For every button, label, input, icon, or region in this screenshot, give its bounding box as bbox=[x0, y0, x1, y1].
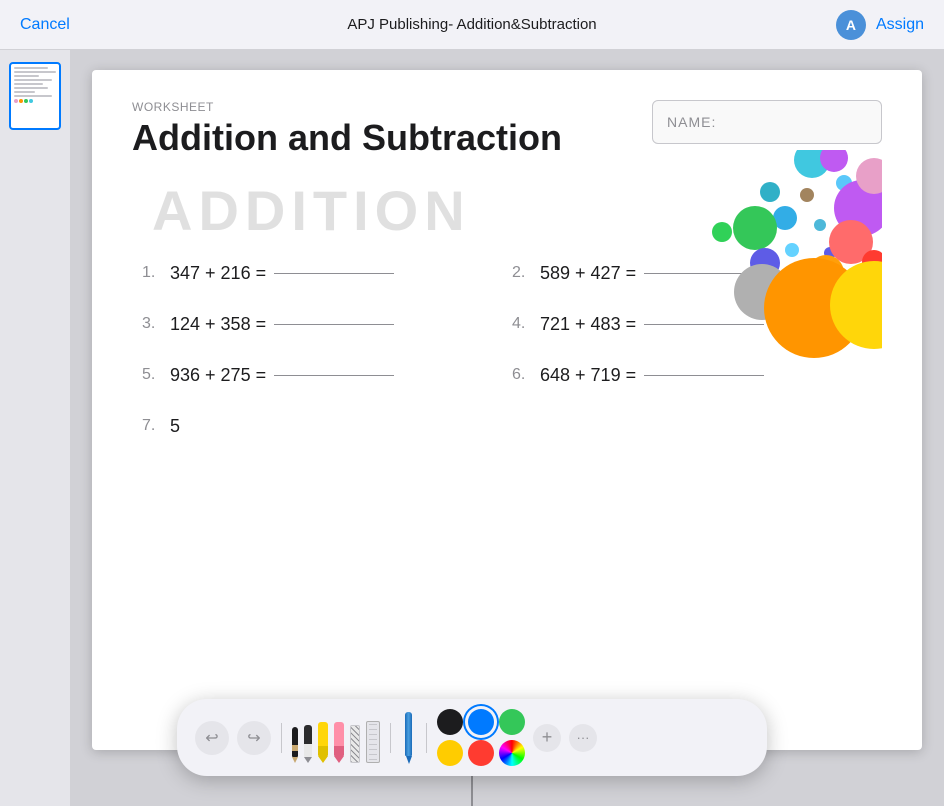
thumb-line bbox=[14, 67, 48, 69]
marker-tool[interactable] bbox=[304, 725, 312, 763]
color-yellow[interactable] bbox=[437, 740, 463, 766]
circles-area bbox=[622, 150, 882, 350]
thumbnail-lines bbox=[14, 67, 56, 97]
add-color-button[interactable]: + bbox=[533, 724, 561, 752]
problem-equation-7: 5 bbox=[170, 416, 180, 437]
answer-line-3 bbox=[274, 324, 394, 325]
circles-svg bbox=[622, 150, 882, 360]
worksheet-title: Addition and Subtraction bbox=[132, 118, 562, 158]
color-blue[interactable] bbox=[468, 709, 494, 735]
toolbar-separator-3 bbox=[426, 723, 427, 753]
drawing-tools bbox=[292, 713, 380, 763]
avatar: A bbox=[836, 10, 866, 40]
top-bar-right: A Assign bbox=[836, 10, 924, 40]
more-options-button[interactable]: ··· bbox=[569, 724, 597, 752]
color-black[interactable] bbox=[437, 709, 463, 735]
yellow-highlighter[interactable] bbox=[318, 722, 328, 763]
color-spectrum[interactable] bbox=[499, 740, 525, 766]
problem-equation-6: 648 + 719 = bbox=[540, 365, 636, 386]
answer-line-1 bbox=[274, 273, 394, 274]
problem-number-1: 1. bbox=[142, 264, 162, 282]
problem-6: 6. 648 + 719 = bbox=[512, 365, 872, 386]
worksheet-page: WORKSHEET Addition and Subtraction NAME: bbox=[92, 70, 922, 750]
name-box: NAME: bbox=[652, 100, 882, 144]
color-row-bottom bbox=[437, 740, 525, 766]
main-content: WORKSHEET Addition and Subtraction NAME: bbox=[70, 50, 944, 806]
problem-number-7: 7. bbox=[142, 417, 162, 435]
problem-equation-5: 936 + 275 = bbox=[170, 365, 266, 386]
answer-line-5 bbox=[274, 375, 394, 376]
color-red[interactable] bbox=[468, 740, 494, 766]
problem-7: 7. 5 bbox=[142, 416, 502, 437]
pink-highlighter[interactable] bbox=[334, 722, 344, 763]
color-green[interactable] bbox=[499, 709, 525, 735]
sidebar bbox=[0, 50, 70, 806]
hatching-tool[interactable] bbox=[350, 725, 360, 763]
colors-section bbox=[437, 709, 525, 766]
thumb-line bbox=[14, 95, 52, 97]
problem-1: 1. 347 + 216 = bbox=[142, 263, 502, 284]
problem-number-2: 2. bbox=[512, 264, 532, 282]
problem-row-4: 7. 5 bbox=[142, 416, 872, 437]
problem-number-6: 6. bbox=[512, 366, 532, 384]
answer-line-6 bbox=[644, 375, 764, 376]
thumb-line bbox=[14, 83, 43, 85]
thumb-dot bbox=[14, 99, 18, 103]
thumb-dot bbox=[19, 99, 23, 103]
thumb-line bbox=[14, 75, 39, 77]
problem-number-5: 5. bbox=[142, 366, 162, 384]
page-thumbnail[interactable] bbox=[9, 62, 61, 130]
problem-equation-1: 347 + 216 = bbox=[170, 263, 266, 284]
worksheet-label: WORKSHEET bbox=[132, 100, 562, 114]
thumb-dot bbox=[29, 99, 33, 103]
pen-tool[interactable] bbox=[292, 727, 298, 763]
worksheet-header: WORKSHEET Addition and Subtraction NAME: bbox=[132, 100, 882, 158]
drawing-toolbar: ↩ ↪ bbox=[177, 699, 767, 776]
thumb-line bbox=[14, 79, 52, 81]
redo-button[interactable]: ↪ bbox=[237, 721, 271, 755]
blue-stylus[interactable] bbox=[405, 712, 412, 764]
problem-row-3: 5. 936 + 275 = 6. 648 + 719 = bbox=[142, 365, 872, 386]
worksheet-title-block: WORKSHEET Addition and Subtraction bbox=[132, 100, 562, 158]
toolbar-separator-2 bbox=[390, 723, 391, 753]
cancel-button[interactable]: Cancel bbox=[20, 16, 70, 34]
color-row-top bbox=[437, 709, 525, 735]
problem-number-4: 4. bbox=[512, 315, 532, 333]
problem-number-3: 3. bbox=[142, 315, 162, 333]
thumbnail-dots bbox=[14, 99, 56, 103]
top-bar: Cancel APJ Publishing- Addition&Subtract… bbox=[0, 0, 944, 50]
assign-button[interactable]: Assign bbox=[876, 16, 924, 34]
thumb-line bbox=[14, 87, 48, 89]
thumb-line bbox=[14, 71, 56, 73]
problem-5: 5. 936 + 275 = bbox=[142, 365, 502, 386]
problem-3: 3. 124 + 358 = bbox=[142, 314, 502, 335]
thumb-dot bbox=[24, 99, 28, 103]
undo-button[interactable]: ↩ bbox=[195, 721, 229, 755]
thumb-line bbox=[14, 91, 35, 93]
toolbar-separator-1 bbox=[281, 723, 282, 753]
document-title: APJ Publishing- Addition&Subtraction bbox=[347, 16, 596, 33]
problem-equation-3: 124 + 358 = bbox=[170, 314, 266, 335]
ruler-tool[interactable] bbox=[366, 721, 380, 763]
